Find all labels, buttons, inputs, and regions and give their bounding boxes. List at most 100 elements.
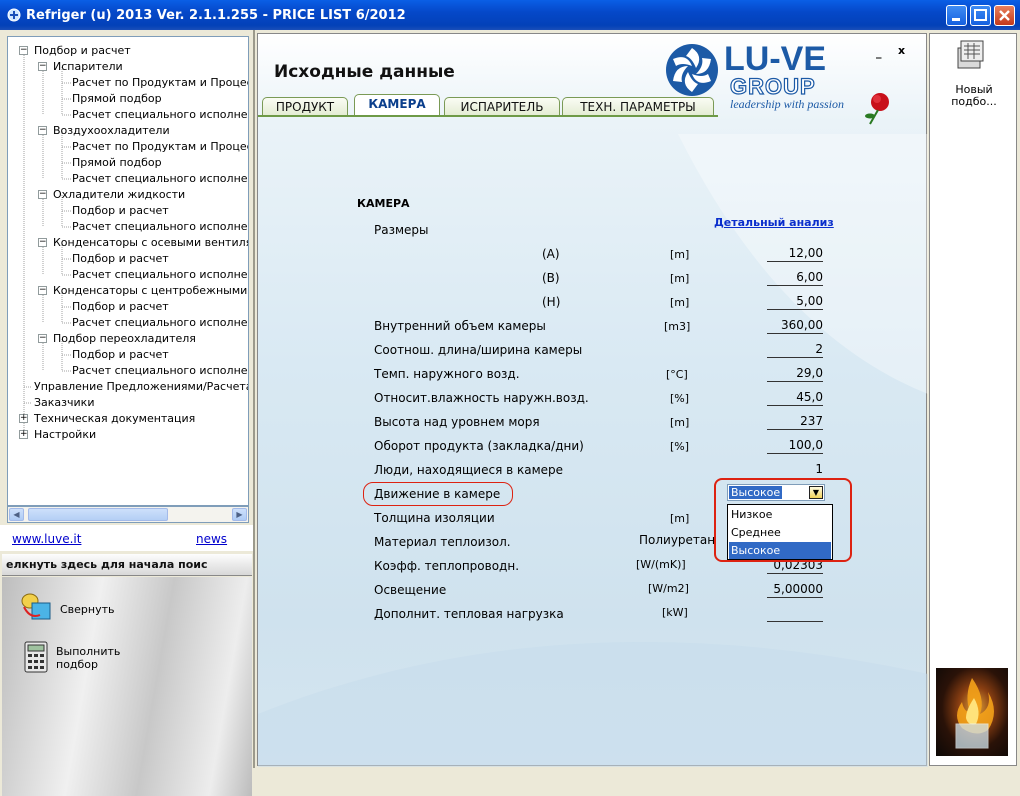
tree-expander[interactable]: −	[38, 286, 47, 295]
conductivity-unit: [W/(mK)]	[636, 558, 686, 571]
tree-item[interactable]: Подбор переохладителя	[53, 332, 196, 346]
run-selection-button-line2[interactable]: подбор	[56, 658, 98, 672]
dim-a-field[interactable]: 12,00	[767, 246, 823, 262]
tree-item[interactable]: Настройки	[34, 428, 96, 442]
material-label: Материал теплоизол.	[374, 535, 511, 549]
new-selection-icon[interactable]	[952, 38, 988, 72]
tab-bar: ПРОДУКТ КАМЕРА ИСПАРИТЕЛЬ ТЕХН. ПАРАМЕТР…	[258, 94, 718, 116]
altitude-field[interactable]: 237	[767, 414, 823, 430]
ratio-label: Соотнош. длина/ширина камеры	[374, 343, 583, 357]
outdoor-temp-field[interactable]: 29,0	[767, 366, 823, 382]
tree-item[interactable]: Расчет по Продуктам и Процессам	[72, 140, 248, 154]
tree-item[interactable]: Расчет специального исполнения	[72, 364, 248, 378]
tab-underline	[258, 115, 718, 117]
new-selection-label[interactable]: Новый подбо...	[930, 84, 1018, 108]
tab-product[interactable]: ПРОДУКТ	[262, 97, 348, 116]
tree-expander[interactable]: −	[38, 238, 47, 247]
humidity-field[interactable]: 45,0	[767, 390, 823, 406]
tree-item[interactable]: Техническая документация	[34, 412, 195, 426]
tree-item[interactable]: Конденсаторы с центробежными вент	[53, 284, 248, 298]
detail-analysis-link[interactable]: Детальный анализ	[714, 216, 834, 229]
ice-fire-image	[936, 668, 1008, 756]
tree-item[interactable]: Расчет специального исполнения	[72, 172, 248, 186]
material-value[interactable]: Полиуретан	[639, 533, 715, 547]
volume-field[interactable]: 360,00	[767, 318, 823, 334]
tree-item[interactable]: Воздухоохладители	[53, 124, 170, 138]
news-link[interactable]: news	[196, 532, 227, 546]
close-button[interactable]	[994, 5, 1015, 26]
tree-item[interactable]: Управление Предложениями/Расчетами	[34, 380, 248, 394]
tree-item[interactable]: Прямой подбор	[72, 92, 162, 106]
maximize-button[interactable]	[970, 5, 991, 26]
tree-item[interactable]: Расчет по Продуктам и Процессам	[72, 76, 248, 90]
scrollbar-thumb[interactable]	[28, 508, 168, 521]
outdoor-temp-unit: [°C]	[666, 368, 688, 381]
actions-panel: Свернуть Выполнить подбор	[2, 577, 252, 796]
left-panel: − Подбор и расчет − Испарители Расчет по…	[0, 30, 255, 796]
tree-item[interactable]: Подбор и расчет	[72, 348, 169, 362]
people-label: Люди, находящиеся в камере	[374, 463, 564, 477]
tree-expander[interactable]: −	[38, 190, 47, 199]
tree-item[interactable]: Подбор и расчет	[72, 204, 169, 218]
calculator-icon[interactable]	[24, 641, 48, 673]
link-row: www.luve.it news	[0, 525, 253, 551]
tree-item[interactable]: Испарители	[53, 60, 123, 74]
tree-item[interactable]: Охладители жидкости	[53, 188, 185, 202]
title-bar: Refriger (u) 2013 Ver. 2.1.1.255 - PRICE…	[0, 0, 1020, 30]
tree-item[interactable]: Расчет специального исполнения	[72, 220, 248, 234]
tree-horizontal-scrollbar[interactable]: ◀ ▶	[7, 506, 249, 523]
ratio-field[interactable]: 2	[767, 342, 823, 358]
extra-load-field[interactable]	[767, 606, 823, 622]
run-selection-button[interactable]: Выполнить	[56, 645, 120, 659]
scroll-right-icon[interactable]: ▶	[232, 508, 247, 521]
tree-expander[interactable]: +	[19, 414, 28, 423]
tree-item[interactable]: Расчет специального исполнения	[72, 316, 248, 330]
dim-h-label: (H)	[542, 295, 561, 309]
maximize-icon	[974, 9, 987, 21]
logo-tagline: leadership with passion	[730, 97, 844, 111]
tree-item[interactable]: Подбор и расчет	[34, 44, 131, 58]
dim-b-unit: [m]	[670, 272, 690, 285]
navigation-tree[interactable]: − Подбор и расчет − Испарители Расчет по…	[7, 36, 249, 506]
window-title: Refriger (u) 2013 Ver. 2.1.1.255 - PRICE…	[26, 8, 406, 23]
search-start-bar[interactable]: елкнуть здесь для начала поис	[2, 554, 252, 576]
tree-item[interactable]: Расчет специального исполнения	[72, 108, 248, 122]
close-icon	[999, 10, 1010, 21]
tree-item[interactable]: Подбор и расчет	[72, 252, 169, 266]
tree-item[interactable]: Подбор и расчет	[72, 300, 169, 314]
tab-evaporator[interactable]: ИСПАРИТЕЛЬ	[444, 97, 560, 116]
altitude-unit: [m]	[670, 416, 690, 429]
tree-expander[interactable]: +	[19, 430, 28, 439]
insulation-label: Толщина изоляции	[374, 511, 495, 525]
tree-item[interactable]: Конденсаторы с осевыми вентилятор	[53, 236, 248, 250]
lighting-field[interactable]: 5,00000	[767, 582, 823, 598]
website-link[interactable]: www.luve.it	[12, 532, 81, 546]
collapse-button[interactable]: Свернуть	[60, 603, 115, 617]
tree-expander[interactable]: −	[38, 334, 47, 343]
tree-item[interactable]: Прямой подбор	[72, 156, 162, 170]
turnover-field[interactable]: 100,0	[767, 438, 823, 454]
altitude-label: Высота над уровнем моря	[374, 415, 540, 429]
tree-expander[interactable]: −	[19, 46, 28, 55]
volume-label: Внутренний объем камеры	[374, 319, 546, 333]
dim-a-label: (A)	[542, 247, 560, 261]
dim-h-field[interactable]: 5,00	[767, 294, 823, 310]
dim-b-label: (B)	[542, 271, 560, 285]
tree-expander[interactable]: −	[38, 62, 47, 71]
volume-unit: [m3]	[664, 320, 691, 333]
dim-h-unit: [m]	[670, 296, 690, 309]
dim-b-field[interactable]: 6,00	[767, 270, 823, 286]
tree-expander[interactable]: −	[38, 126, 47, 135]
people-field[interactable]: 1	[767, 462, 823, 478]
tab-tech-params[interactable]: ТЕХН. ПАРАМЕТРЫ	[562, 97, 714, 116]
scroll-left-icon[interactable]: ◀	[9, 508, 24, 521]
combobox-highlight	[714, 478, 852, 562]
tab-chamber[interactable]: КАМЕРА	[354, 94, 440, 116]
right-panel: Новый подбо...	[929, 33, 1017, 766]
tree-item[interactable]: Расчет специального исполнения	[72, 268, 248, 282]
extra-load-unit: [kW]	[662, 606, 688, 619]
collapse-icon[interactable]	[20, 591, 56, 623]
tree-item[interactable]: Заказчики	[34, 396, 94, 410]
outdoor-temp-label: Темп. наружного возд.	[374, 367, 520, 381]
minimize-button[interactable]	[946, 5, 967, 26]
